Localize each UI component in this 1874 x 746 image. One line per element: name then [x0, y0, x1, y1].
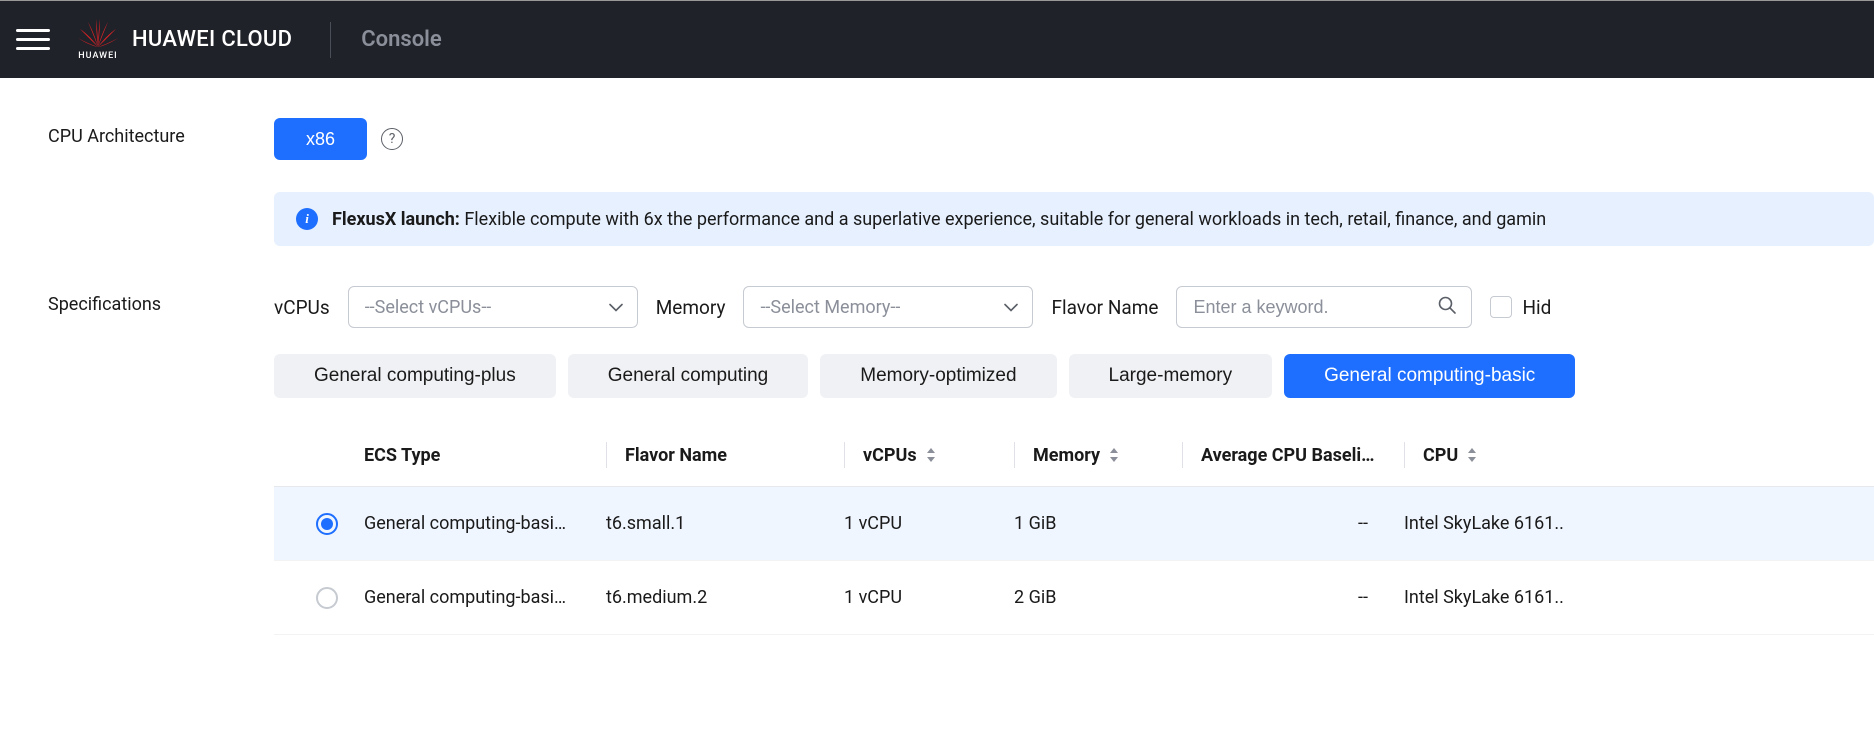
top-bar: HUAWEI HUAWEI CLOUD Console — [0, 0, 1874, 78]
tab-general-computing-basic[interactable]: General computing-basic — [1284, 354, 1575, 398]
console-link[interactable]: Console — [361, 27, 441, 52]
flexusx-banner: i FlexusX launch: Flexible compute with … — [274, 192, 1874, 246]
banner-title: FlexusX launch: — [332, 209, 460, 230]
vcpus-filter-label: vCPUs — [274, 296, 330, 319]
cell-cpu: Intel SkyLake 6161.. — [1392, 513, 1874, 534]
table-header-row: ECS Type Flavor Name vCPUs Memory Averag… — [274, 424, 1874, 487]
table-header-flavor-name: Flavor Name — [594, 442, 832, 468]
hide-checkbox[interactable] — [1490, 296, 1512, 318]
tab-memory-optimized[interactable]: Memory-optimized — [820, 354, 1056, 398]
cell-vcpus: 1 vCPU — [832, 513, 1002, 534]
flavor-search-input[interactable] — [1193, 297, 1427, 318]
table-header-memory[interactable]: Memory — [1002, 442, 1170, 468]
tab-general-computing[interactable]: General computing — [568, 354, 809, 398]
tab-general-computing-plus[interactable]: General computing-plus — [274, 354, 556, 398]
cpu-architecture-label: CPU Architecture — [48, 118, 274, 147]
cell-ecs-type: General computing-basi… — [352, 513, 594, 534]
memory-select-placeholder: --Select Memory-- — [760, 297, 900, 318]
brand-name: HUAWEI CLOUD — [132, 27, 292, 52]
hamburger-menu-button[interactable] — [16, 23, 50, 57]
cell-ecs-type: General computing-basi… — [352, 587, 594, 608]
table-header-vcpus[interactable]: vCPUs — [832, 442, 1002, 468]
hide-checkbox-wrap: Hid — [1490, 296, 1551, 319]
banner-text: FlexusX launch: Flexible compute with 6x… — [332, 209, 1546, 230]
specifications-label: Specifications — [48, 286, 274, 315]
banner-body: Flexible compute with 6x the performance… — [464, 209, 1546, 230]
huawei-logo-icon: HUAWEI — [78, 19, 118, 61]
hide-label: Hid — [1522, 296, 1551, 319]
table-header-ecs-type: ECS Type — [352, 445, 594, 466]
search-icon — [1437, 295, 1457, 319]
row-radio[interactable] — [316, 513, 338, 535]
sort-icon — [1108, 447, 1120, 463]
sort-icon — [1466, 447, 1478, 463]
flavor-search-input-wrap — [1176, 286, 1472, 328]
table-header-cpu[interactable]: CPU — [1392, 442, 1874, 468]
table-header-baseline: Average CPU Baseli… — [1170, 442, 1392, 468]
cell-baseline: -- — [1170, 513, 1392, 534]
flavor-filter-label: Flavor Name — [1051, 296, 1158, 319]
row-radio[interactable] — [316, 587, 338, 609]
chevron-down-icon — [1004, 297, 1018, 318]
memory-filter-label: Memory — [656, 296, 726, 319]
cell-memory: 1 GiB — [1002, 513, 1170, 534]
cell-baseline: -- — [1170, 587, 1392, 608]
cell-vcpus: 1 vCPU — [832, 587, 1002, 608]
huawei-logo-subtext: HUAWEI — [78, 51, 117, 61]
cell-flavor-name: t6.small.1 — [594, 513, 832, 534]
specifications-row: Specifications vCPUs --Select vCPUs-- Me… — [48, 286, 1874, 635]
vcpus-select[interactable]: --Select vCPUs-- — [348, 286, 638, 328]
cpu-architecture-row: CPU Architecture x86 ? — [48, 118, 1874, 160]
help-icon[interactable]: ? — [381, 128, 403, 150]
cell-memory: 2 GiB — [1002, 587, 1170, 608]
filter-bar: vCPUs --Select vCPUs-- Memory --Select M… — [274, 286, 1874, 328]
logo-area[interactable]: HUAWEI HUAWEI CLOUD — [78, 19, 292, 61]
flavor-table: ECS Type Flavor Name vCPUs Memory Averag… — [274, 424, 1874, 635]
tab-large-memory[interactable]: Large-memory — [1069, 354, 1273, 398]
memory-select[interactable]: --Select Memory-- — [743, 286, 1033, 328]
main-content: CPU Architecture x86 ? i FlexusX launch:… — [0, 78, 1874, 635]
table-body: General computing-basi… t6.small.1 1 vCP… — [274, 487, 1874, 635]
sort-icon — [925, 447, 937, 463]
topbar-divider — [330, 22, 331, 58]
info-icon: i — [296, 208, 318, 230]
table-row[interactable]: General computing-basi… t6.medium.2 1 vC… — [274, 561, 1874, 635]
cell-flavor-name: t6.medium.2 — [594, 587, 832, 608]
flavor-category-tabs: General computing-plus General computing… — [274, 354, 1874, 398]
cell-cpu: Intel SkyLake 6161.. — [1392, 587, 1874, 608]
vcpus-select-placeholder: --Select vCPUs-- — [365, 297, 492, 318]
table-row[interactable]: General computing-basi… t6.small.1 1 vCP… — [274, 487, 1874, 561]
architecture-x86-button[interactable]: x86 — [274, 118, 367, 160]
chevron-down-icon — [609, 297, 623, 318]
